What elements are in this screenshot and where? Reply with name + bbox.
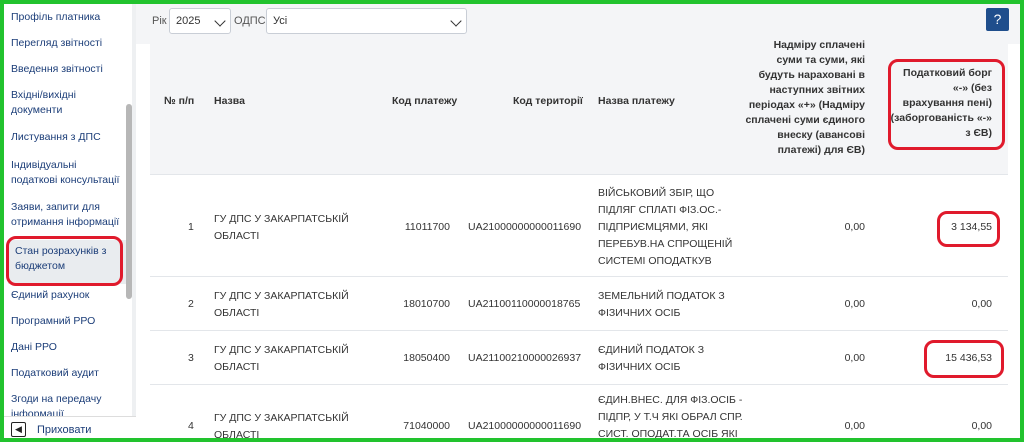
sidebar-item-rro-data[interactable]: Дані РРО — [11, 340, 126, 355]
odps-label: ОДПС — [234, 15, 266, 27]
row-2-code: 18010700 — [403, 298, 450, 310]
row-2-name: ГУ ДПС У ЗАКАРПАТСЬКІЙ ОБЛАСТІ — [214, 290, 349, 319]
sidebar-item-info-consent[interactable]: Згоди на передачу інформації — [11, 392, 111, 416]
row-divider — [150, 174, 1008, 175]
table-header-row: № п/п Назва Код платежу Код території На… — [150, 39, 1008, 174]
sidebar-item-payer-profile[interactable]: Профіль платника — [11, 10, 126, 25]
row-divider — [150, 276, 1008, 277]
hide-sidebar-label: Приховати — [37, 423, 92, 436]
row-1-code: 11011700 — [404, 221, 450, 233]
highlight-row-1-debt — [937, 211, 1000, 247]
header-num: № п/п — [164, 95, 195, 107]
row-1-payment-name: ВІЙСЬКОВИЙ ЗБІР, ЩО ПІДЛЯГ СПЛАТІ ФІЗ.ОС… — [598, 187, 733, 267]
year-label: Рік — [152, 15, 167, 27]
sidebar-item-software-rro[interactable]: Програмний РРО — [11, 314, 126, 329]
row-3-code: 18050400 — [403, 352, 450, 364]
highlight-sidebar-budget — [6, 236, 123, 286]
row-3-num: 3 — [188, 352, 194, 364]
row-4-code: 71040000 — [403, 420, 450, 432]
sidebar-item-correspondence[interactable]: Листування з ДПС — [11, 130, 126, 145]
header-name: Назва — [214, 95, 245, 107]
sidebar-item-single-account[interactable]: Єдиний рахунок — [11, 288, 126, 303]
year-select[interactable]: 2025 — [169, 8, 231, 34]
year-select-value: 2025 — [176, 15, 201, 27]
filter-bar: Рік 2025 ОДПС Усі ? — [136, 4, 1020, 44]
sidebar-item-enter-reports[interactable]: Введення звітності — [11, 62, 126, 77]
row-2-overpaid: 0,00 — [844, 298, 865, 310]
sidebar-item-documents[interactable]: Вхідні/вихідні документи — [11, 88, 116, 118]
sidebar-item-tax-audit[interactable]: Податковий аудит — [11, 366, 126, 381]
row-3-name: ГУ ДПС У ЗАКАРПАТСЬКІЙ ОБЛАСТІ — [214, 344, 349, 373]
header-territory-code: Код території — [513, 95, 583, 107]
chevron-down-icon — [214, 15, 226, 27]
sidebar: Профіль платника Перегляд звітності Введ… — [4, 4, 132, 416]
row-2-num: 2 — [188, 298, 194, 310]
row-4-num: 4 — [188, 420, 194, 432]
row-2-debt: 0,00 — [971, 298, 992, 310]
hide-sidebar-button[interactable]: ◀ Приховати — [4, 416, 136, 438]
row-3-overpaid: 0,00 — [844, 352, 865, 364]
sidebar-item-tax-consultations[interactable]: Індивідуальні податкові консультації — [11, 158, 123, 188]
row-2-payment-name: ЗЕМЕЛЬНИЙ ПОДАТОК З ФІЗИЧНИХ ОСІБ — [598, 290, 725, 319]
row-1-name: ГУ ДПС У ЗАКАРПАТСЬКІЙ ОБЛАСТІ — [214, 213, 349, 242]
row-1-overpaid: 0,00 — [844, 221, 865, 233]
header-payment-code: Код платежу — [392, 95, 458, 107]
row-4-overpaid: 0,00 — [844, 420, 865, 432]
row-1-territory: UA21000000000011690 — [468, 221, 582, 233]
help-button[interactable]: ? — [986, 8, 1009, 31]
settlements-table: № п/п Назва Код платежу Код території На… — [150, 39, 1008, 441]
chevron-down-icon — [450, 15, 462, 27]
header-payment-name: Назва платежу — [598, 95, 675, 107]
sidebar-item-view-reports[interactable]: Перегляд звітності — [11, 36, 126, 51]
odps-select[interactable]: Усі — [266, 8, 467, 34]
highlight-row-3-debt — [924, 340, 1004, 378]
row-3-payment-name: ЄДИНИЙ ПОДАТОК З ФІЗИЧНИХ ОСІБ — [598, 344, 705, 373]
row-divider — [150, 330, 1008, 331]
sidebar-item-requests[interactable]: Заяви, запити для отримання інформації — [11, 200, 123, 230]
row-2-territory: UA21100110000018765 — [468, 298, 581, 310]
row-4-territory: UA21000000000011690 — [468, 420, 582, 432]
collapse-arrow-icon: ◀ — [11, 422, 26, 437]
header-overpaid: Надміру сплачені суми та суми, які будут… — [745, 39, 865, 156]
highlight-header-debt — [888, 59, 1005, 150]
row-3-territory: UA21100210000026937 — [468, 352, 582, 364]
row-4-name: ГУ ДПС У ЗАКАРПАТСЬКІЙ ОБЛАСТІ — [214, 412, 349, 441]
odps-select-value: Усі — [273, 15, 288, 27]
row-4-debt: 0,00 — [971, 420, 992, 432]
row-4-payment-name: ЄДИН.ВНЕС. ДЛЯ ФІЗ.ОСІБ - ПІДПР, У Т.Ч Я… — [598, 394, 743, 440]
row-1-num: 1 — [188, 221, 194, 233]
row-divider — [150, 384, 1008, 385]
screenshot-frame: Профіль платника Перегляд звітності Введ… — [0, 0, 1024, 442]
